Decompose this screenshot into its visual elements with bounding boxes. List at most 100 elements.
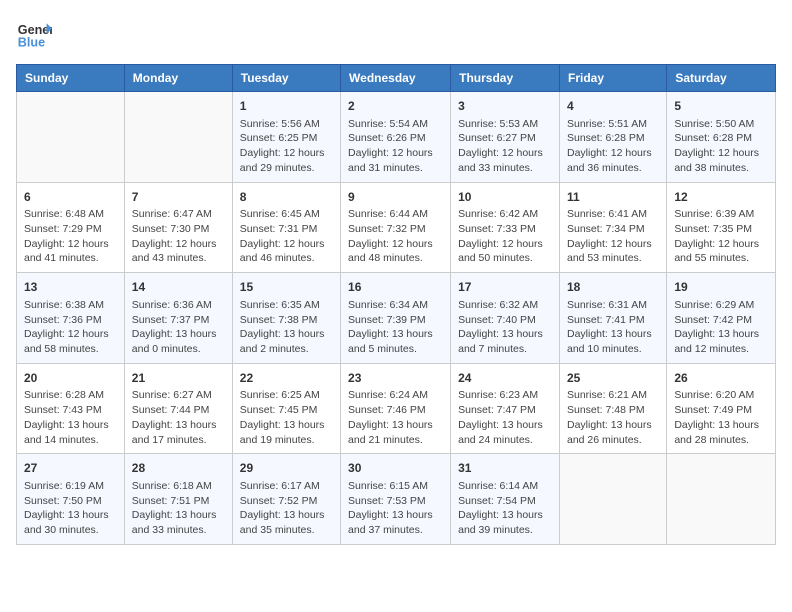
cell-content: Sunrise: 6:20 AM Sunset: 7:49 PM Dayligh…	[674, 388, 768, 447]
cell-content: Sunrise: 6:15 AM Sunset: 7:53 PM Dayligh…	[348, 479, 443, 538]
calendar-cell: 5 Sunrise: 5:50 AM Sunset: 6:28 PM Daylig…	[667, 92, 776, 183]
calendar-table: SundayMondayTuesdayWednesdayThursdayFrid…	[16, 64, 776, 545]
day-number: 28	[132, 460, 225, 477]
day-number: 8	[240, 189, 333, 206]
day-number: 5	[674, 98, 768, 115]
calendar-cell: 14 Sunrise: 6:36 AM Sunset: 7:37 PM Dayli…	[124, 273, 232, 364]
calendar-cell: 18Sunrise: 6:31 AM Sunset: 7:41 PM Dayli…	[559, 273, 666, 364]
calendar-cell: 4 Sunrise: 5:51 AM Sunset: 6:28 PM Daylig…	[559, 92, 666, 183]
calendar-cell: 1Sunrise: 5:56 AM Sunset: 6:25 PM Daylig…	[232, 92, 340, 183]
calendar-cell: 31 Sunrise: 6:14 AM Sunset: 7:54 PM Dayli…	[451, 454, 560, 545]
day-number: 18	[567, 279, 659, 296]
cell-content: Sunrise: 6:39 AM Sunset: 7:35 PM Dayligh…	[674, 207, 768, 266]
cell-content: Sunrise: 5:56 AM Sunset: 6:25 PM Dayligh…	[240, 117, 333, 176]
cell-content: Sunrise: 6:47 AM Sunset: 7:30 PM Dayligh…	[132, 207, 225, 266]
cell-content: Sunrise: 6:19 AM Sunset: 7:50 PM Dayligh…	[24, 479, 117, 538]
weekday-header-row: SundayMondayTuesdayWednesdayThursdayFrid…	[17, 65, 776, 92]
cell-content: Sunrise: 6:35 AM Sunset: 7:38 PM Dayligh…	[240, 298, 333, 357]
svg-text:Blue: Blue	[18, 36, 45, 50]
logo-icon: General Blue	[16, 16, 52, 52]
cell-content: Sunrise: 5:50 AM Sunset: 6:28 PM Dayligh…	[674, 117, 768, 176]
calendar-week-4: 20Sunrise: 6:28 AM Sunset: 7:43 PM Dayli…	[17, 363, 776, 454]
calendar-cell: 28 Sunrise: 6:18 AM Sunset: 7:51 PM Dayli…	[124, 454, 232, 545]
cell-content: Sunrise: 6:45 AM Sunset: 7:31 PM Dayligh…	[240, 207, 333, 266]
weekday-header-friday: Friday	[559, 65, 666, 92]
day-number: 27	[24, 460, 117, 477]
cell-content: Sunrise: 5:51 AM Sunset: 6:28 PM Dayligh…	[567, 117, 659, 176]
calendar-cell: 17Sunrise: 6:32 AM Sunset: 7:40 PM Dayli…	[451, 273, 560, 364]
weekday-header-sunday: Sunday	[17, 65, 125, 92]
calendar-header: SundayMondayTuesdayWednesdayThursdayFrid…	[17, 65, 776, 92]
calendar-cell: 27 Sunrise: 6:19 AM Sunset: 7:50 PM Dayli…	[17, 454, 125, 545]
day-number: 29	[240, 460, 333, 477]
cell-content: Sunrise: 5:54 AM Sunset: 6:26 PM Dayligh…	[348, 117, 443, 176]
weekday-header-thursday: Thursday	[451, 65, 560, 92]
cell-content: Sunrise: 6:38 AM Sunset: 7:36 PM Dayligh…	[24, 298, 117, 357]
cell-content: Sunrise: 6:41 AM Sunset: 7:34 PM Dayligh…	[567, 207, 659, 266]
calendar-body: 1Sunrise: 5:56 AM Sunset: 6:25 PM Daylig…	[17, 92, 776, 545]
calendar-cell	[17, 92, 125, 183]
day-number: 3	[458, 98, 552, 115]
cell-content: Sunrise: 6:27 AM Sunset: 7:44 PM Dayligh…	[132, 388, 225, 447]
calendar-cell: 23Sunrise: 6:24 AM Sunset: 7:46 PM Dayli…	[341, 363, 451, 454]
day-number: 26	[674, 370, 768, 387]
day-number: 12	[674, 189, 768, 206]
cell-content: Sunrise: 6:25 AM Sunset: 7:45 PM Dayligh…	[240, 388, 333, 447]
cell-content: Sunrise: 6:44 AM Sunset: 7:32 PM Dayligh…	[348, 207, 443, 266]
calendar-cell: 8Sunrise: 6:45 AM Sunset: 7:31 PM Daylig…	[232, 182, 340, 273]
weekday-header-monday: Monday	[124, 65, 232, 92]
cell-content: Sunrise: 6:42 AM Sunset: 7:33 PM Dayligh…	[458, 207, 552, 266]
day-number: 21	[132, 370, 225, 387]
cell-content: Sunrise: 6:17 AM Sunset: 7:52 PM Dayligh…	[240, 479, 333, 538]
calendar-cell: 11Sunrise: 6:41 AM Sunset: 7:34 PM Dayli…	[559, 182, 666, 273]
calendar-cell: 7Sunrise: 6:47 AM Sunset: 7:30 PM Daylig…	[124, 182, 232, 273]
day-number: 30	[348, 460, 443, 477]
calendar-cell: 24Sunrise: 6:23 AM Sunset: 7:47 PM Dayli…	[451, 363, 560, 454]
day-number: 10	[458, 189, 552, 206]
day-number: 31	[458, 460, 552, 477]
calendar-cell: 13 Sunrise: 6:38 AM Sunset: 7:36 PM Dayli…	[17, 273, 125, 364]
calendar-cell: 25Sunrise: 6:21 AM Sunset: 7:48 PM Dayli…	[559, 363, 666, 454]
calendar-week-3: 13 Sunrise: 6:38 AM Sunset: 7:36 PM Dayli…	[17, 273, 776, 364]
day-number: 9	[348, 189, 443, 206]
calendar-cell: 19 Sunrise: 6:29 AM Sunset: 7:42 PM Dayli…	[667, 273, 776, 364]
calendar-cell: 3 Sunrise: 5:53 AM Sunset: 6:27 PM Daylig…	[451, 92, 560, 183]
calendar-cell: 22Sunrise: 6:25 AM Sunset: 7:45 PM Dayli…	[232, 363, 340, 454]
calendar-week-1: 1Sunrise: 5:56 AM Sunset: 6:25 PM Daylig…	[17, 92, 776, 183]
calendar-cell	[667, 454, 776, 545]
day-number: 15	[240, 279, 333, 296]
cell-content: Sunrise: 6:34 AM Sunset: 7:39 PM Dayligh…	[348, 298, 443, 357]
day-number: 13	[24, 279, 117, 296]
calendar-cell: 15 Sunrise: 6:35 AM Sunset: 7:38 PM Dayli…	[232, 273, 340, 364]
logo: General Blue	[16, 16, 52, 52]
calendar-cell	[124, 92, 232, 183]
day-number: 19	[674, 279, 768, 296]
calendar-cell: 9Sunrise: 6:44 AM Sunset: 7:32 PM Daylig…	[341, 182, 451, 273]
day-number: 14	[132, 279, 225, 296]
day-number: 16	[348, 279, 443, 296]
cell-content: Sunrise: 6:18 AM Sunset: 7:51 PM Dayligh…	[132, 479, 225, 538]
cell-content: Sunrise: 6:28 AM Sunset: 7:43 PM Dayligh…	[24, 388, 117, 447]
calendar-cell: 10Sunrise: 6:42 AM Sunset: 7:33 PM Dayli…	[451, 182, 560, 273]
weekday-header-wednesday: Wednesday	[341, 65, 451, 92]
day-number: 6	[24, 189, 117, 206]
day-number: 4	[567, 98, 659, 115]
calendar-cell: 6Sunrise: 6:48 AM Sunset: 7:29 PM Daylig…	[17, 182, 125, 273]
day-number: 23	[348, 370, 443, 387]
calendar-cell	[559, 454, 666, 545]
calendar-week-5: 27 Sunrise: 6:19 AM Sunset: 7:50 PM Dayli…	[17, 454, 776, 545]
cell-content: Sunrise: 6:36 AM Sunset: 7:37 PM Dayligh…	[132, 298, 225, 357]
cell-content: Sunrise: 6:24 AM Sunset: 7:46 PM Dayligh…	[348, 388, 443, 447]
cell-content: Sunrise: 6:23 AM Sunset: 7:47 PM Dayligh…	[458, 388, 552, 447]
calendar-cell: 2Sunrise: 5:54 AM Sunset: 6:26 PM Daylig…	[341, 92, 451, 183]
calendar-cell: 16 Sunrise: 6:34 AM Sunset: 7:39 PM Dayli…	[341, 273, 451, 364]
cell-content: Sunrise: 6:48 AM Sunset: 7:29 PM Dayligh…	[24, 207, 117, 266]
weekday-header-saturday: Saturday	[667, 65, 776, 92]
calendar-cell: 29 Sunrise: 6:17 AM Sunset: 7:52 PM Dayli…	[232, 454, 340, 545]
cell-content: Sunrise: 6:14 AM Sunset: 7:54 PM Dayligh…	[458, 479, 552, 538]
cell-content: Sunrise: 6:32 AM Sunset: 7:40 PM Dayligh…	[458, 298, 552, 357]
calendar-cell: 12Sunrise: 6:39 AM Sunset: 7:35 PM Dayli…	[667, 182, 776, 273]
day-number: 11	[567, 189, 659, 206]
cell-content: Sunrise: 5:53 AM Sunset: 6:27 PM Dayligh…	[458, 117, 552, 176]
cell-content: Sunrise: 6:29 AM Sunset: 7:42 PM Dayligh…	[674, 298, 768, 357]
